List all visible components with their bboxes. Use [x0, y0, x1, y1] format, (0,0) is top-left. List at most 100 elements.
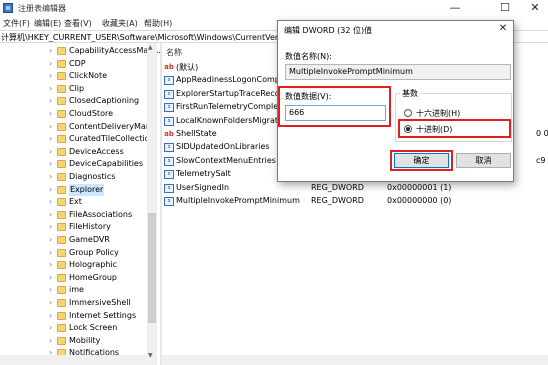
value-type: REG_DWORD [311, 182, 364, 192]
tree-item-label: Internet Settings [69, 310, 137, 320]
tree-item[interactable]: › Explorer [0, 183, 148, 196]
tree-scrollbar-thumb[interactable] [148, 213, 156, 323]
base-label: 基数 [400, 88, 420, 99]
highlight-value-data [278, 86, 391, 127]
expand-arrow-icon[interactable]: › [49, 310, 52, 322]
maximize-button[interactable]: ☐ [490, 0, 520, 17]
column-header-name[interactable]: 名称 [166, 47, 182, 58]
tree-item[interactable]: › Holographic [0, 259, 148, 271]
close-button[interactable]: ✕ [520, 0, 548, 17]
folder-icon [57, 236, 66, 244]
folder-icon [57, 336, 66, 345]
binary-value-icon: ¹ [164, 197, 174, 206]
expand-arrow-icon[interactable]: › [49, 146, 52, 158]
expand-arrow-icon[interactable]: › [49, 133, 52, 145]
highlight-decimal [398, 119, 511, 138]
menu-edit[interactable]: 编辑(E) [34, 18, 61, 29]
expand-arrow-icon[interactable]: › [49, 83, 52, 95]
binary-value-icon: ¹ [164, 156, 174, 166]
window-title: 注册表编辑器 [18, 4, 66, 13]
expand-arrow-icon[interactable]: › [49, 184, 52, 196]
value-name: FirstRunTelemetryComplete [176, 102, 287, 112]
cancel-button[interactable]: 取消 [456, 153, 511, 168]
tree-item[interactable]: › CDP [0, 58, 148, 70]
tree-item-label: Group Policy [69, 247, 119, 257]
binary-value-icon: ¹ [164, 103, 174, 113]
tree-item[interactable]: › Lock Screen [0, 322, 148, 334]
tree-item[interactable]: › ContentDeliveryMana [0, 121, 156, 133]
dialog-close-button[interactable]: ✕ [494, 22, 512, 36]
tree-item[interactable]: › Internet Settings [0, 310, 148, 322]
expand-arrow-icon[interactable]: › [49, 272, 52, 284]
expand-arrow-icon[interactable]: › [49, 259, 52, 271]
expand-arrow-icon[interactable]: › [49, 121, 52, 133]
tree-item[interactable]: › FileAssociations [0, 209, 148, 221]
hex-radio-label[interactable]: 十六进制(H) [416, 108, 460, 119]
folder-icon [57, 311, 66, 320]
scroll-up-icon[interactable]: ▲ [148, 44, 153, 51]
tree-item[interactable]: › CapabilityAccessMan... [0, 45, 161, 57]
minimize-button[interactable]: — [440, 0, 470, 17]
folder-icon [57, 47, 66, 55]
expand-arrow-icon[interactable]: › [49, 95, 52, 107]
tree-item[interactable]: › Ext [0, 196, 148, 208]
tree-item-label: Mobility [69, 335, 101, 345]
value-name: LocalKnownFoldersMigrated [176, 115, 288, 125]
tree-item[interactable]: › ClickNote [0, 70, 148, 82]
key-tree: › CapabilityAccessMan... › CDP › ClickNote › Cl… [0, 43, 161, 365]
expand-arrow-icon[interactable]: › [49, 45, 52, 57]
tree-item[interactable]: › Mobility [0, 335, 148, 347]
menu-favorites[interactable]: 收藏夹(A) [102, 18, 138, 29]
tree-item[interactable]: › CuratedTileCollection [0, 133, 155, 145]
hex-radio[interactable] [404, 109, 412, 117]
expand-arrow-icon[interactable]: › [49, 221, 52, 233]
folder-icon [57, 261, 66, 270]
tree-hscrollbar[interactable] [0, 355, 147, 365]
value-name: ExplorerStartupTraceRecore [176, 88, 288, 98]
string-value-icon: ab [164, 63, 174, 71]
tree-item[interactable]: › GameDVR [0, 234, 148, 246]
tree-item[interactable]: › ime [0, 284, 148, 296]
expand-arrow-icon[interactable]: › [49, 108, 52, 120]
expand-arrow-icon[interactable]: › [49, 58, 52, 70]
expand-arrow-icon[interactable]: › [49, 322, 52, 334]
tree-item[interactable]: › HomeGroup [0, 272, 148, 284]
tree-item[interactable]: › Group Policy [0, 247, 148, 259]
expand-arrow-icon[interactable]: › [49, 158, 52, 170]
expand-arrow-icon[interactable]: › [49, 335, 52, 347]
expand-arrow-icon[interactable]: › [49, 196, 52, 208]
string-value-icon: ab [164, 130, 174, 138]
tree-item[interactable]: › FileHistory [0, 221, 148, 233]
folder-icon [57, 273, 66, 282]
tree-item[interactable]: › ClosedCaptioning [0, 95, 148, 107]
expand-arrow-icon[interactable]: › [49, 284, 52, 296]
expand-arrow-icon[interactable]: › [49, 171, 52, 183]
tree-item[interactable]: › CloudStore [0, 108, 148, 120]
binary-value-icon: ¹ [164, 76, 174, 86]
values-hscrollbar[interactable] [162, 355, 548, 365]
tree-item[interactable]: › DeviceCapabilities [0, 158, 148, 170]
scroll-down-icon[interactable]: ▼ [148, 352, 153, 359]
tree-item[interactable]: › DeviceAccess [0, 146, 148, 158]
value-row[interactable]: ¹ UserSignedIn REG_DWORD 0x00000001 (1) [162, 182, 548, 195]
menu-view[interactable]: 查看(V) [64, 18, 92, 29]
tree-item-label: Clip [69, 83, 85, 93]
folder-icon [57, 286, 66, 295]
tree-item-label: Lock Screen [69, 323, 118, 333]
tree-item-label: ClickNote [69, 71, 107, 81]
value-type: REG_DWORD [311, 196, 364, 205]
expand-arrow-icon[interactable]: › [49, 297, 52, 309]
expand-arrow-icon[interactable]: › [49, 247, 52, 259]
expand-arrow-icon[interactable]: › [49, 209, 52, 221]
menu-file[interactable]: 文件(F) [3, 18, 30, 29]
tree-item-label: FileAssociations [69, 209, 133, 219]
tree-item[interactable]: › Diagnostics [0, 171, 148, 183]
tree-item[interactable]: › Clip [0, 83, 148, 95]
expand-arrow-icon[interactable]: › [49, 70, 52, 82]
menu-help[interactable]: 帮助(H) [144, 18, 172, 29]
tree-item[interactable]: › ImmersiveShell [0, 297, 148, 309]
binary-value-icon: ¹ [164, 143, 174, 153]
value-row[interactable]: ¹ MultipleInvokePromptMinimum REG_DWORD 0x0… [162, 195, 548, 208]
folder-icon [57, 97, 66, 106]
expand-arrow-icon[interactable]: › [49, 234, 52, 246]
